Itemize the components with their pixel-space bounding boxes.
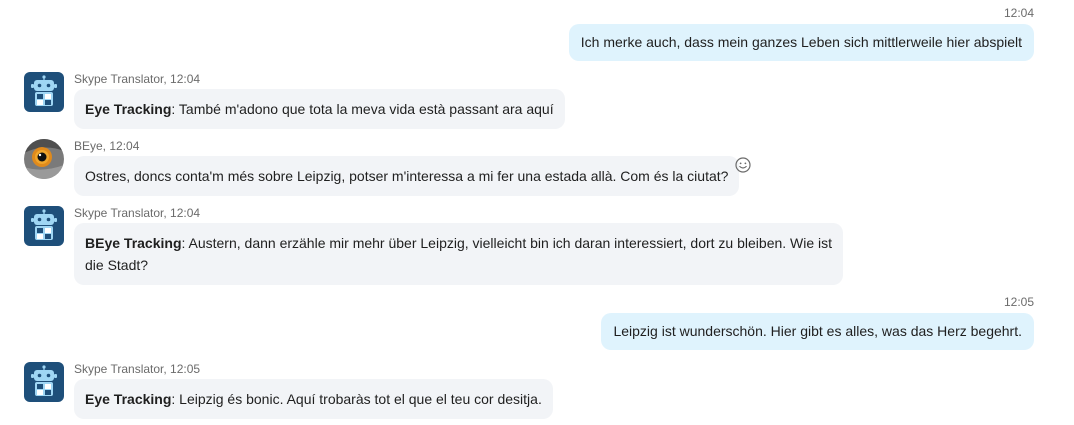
sender-meta: Skype Translator, 12:04 bbox=[74, 72, 201, 86]
message-line: BEye Tracking: Austern, dann erzähle mir… bbox=[85, 232, 832, 254]
skype-translator-bot-icon[interactable] bbox=[24, 72, 64, 112]
skype-translator-bot-icon[interactable] bbox=[24, 362, 64, 402]
translator-speaker-name: Eye Tracking bbox=[85, 101, 172, 117]
incoming-message-bubble[interactable]: Ostres, doncs conta'm més sobre Leipzig,… bbox=[74, 156, 740, 196]
message-text: : Leipzig és bonic. Aquí trobaràs tot el… bbox=[171, 391, 542, 407]
translator-speaker-name: BEye Tracking bbox=[85, 235, 182, 251]
skype-translator-bot-icon[interactable] bbox=[24, 206, 64, 246]
incoming-message-bubble[interactable]: Eye Tracking: Leipzig és bonic. Aquí tro… bbox=[74, 379, 553, 419]
incoming-message-bubble[interactable]: Eye Tracking: També m'adono que tota la … bbox=[74, 89, 565, 129]
outgoing-message-bubble[interactable]: Ich merke auch, dass mein ganzes Leben s… bbox=[568, 24, 1034, 61]
sender-meta: Skype Translator, 12:05 bbox=[74, 362, 201, 376]
message-timestamp: 12:04 bbox=[1003, 6, 1034, 20]
message-line: die Stadt? bbox=[85, 257, 149, 273]
owl-eye-avatar[interactable] bbox=[24, 139, 64, 179]
message-timestamp: 12:05 bbox=[1003, 295, 1034, 309]
message-text: : Austern, dann erzähle mir mehr über Le… bbox=[181, 235, 833, 251]
message-text: : També m'adono que tota la meva vida es… bbox=[171, 101, 554, 117]
incoming-message-bubble[interactable]: BEye Tracking: Austern, dann erzähle mir… bbox=[74, 223, 844, 285]
translator-speaker-name: Eye Tracking bbox=[85, 391, 172, 407]
sender-meta: Skype Translator, 12:04 bbox=[74, 206, 201, 220]
sender-meta: BEye, 12:04 bbox=[74, 139, 140, 153]
smiley-reaction-icon[interactable] bbox=[735, 157, 751, 173]
outgoing-message-bubble[interactable]: Leipzig ist wunderschön. Hier gibt es al… bbox=[601, 313, 1034, 350]
